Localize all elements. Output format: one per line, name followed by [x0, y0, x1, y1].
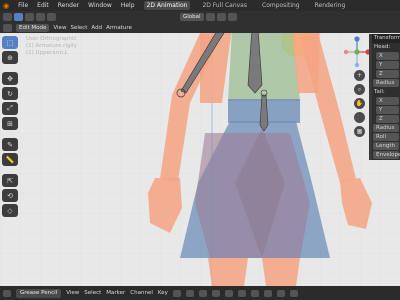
head-y-field[interactable]: Y [376, 61, 399, 69]
head-label: Head: [374, 44, 391, 50]
annotate-icon[interactable]: ✎ [2, 138, 18, 151]
select-subtract-icon[interactable] [36, 12, 45, 21]
toolbar-gap [2, 168, 19, 172]
mode-select[interactable]: Edit Mode [16, 23, 50, 32]
tab-rendering[interactable]: Rendering [312, 1, 349, 10]
rotate-icon[interactable]: ↻ [2, 87, 18, 100]
menu-marker[interactable]: Marker [106, 290, 125, 296]
cursor-icon[interactable]: ⊕ [2, 51, 18, 64]
keyframe-icon[interactable] [250, 289, 259, 297]
left-toolbar: ⬚ ⊕ ✥ ↻ ⤢ ⊞ ✎ 📏 ⇱ ⟲ ◇ [2, 36, 19, 217]
menu-select[interactable]: Select [84, 290, 101, 296]
bone-name: (1) Upperarm.L [26, 50, 68, 56]
play-icon[interactable] [276, 289, 285, 297]
menu-channel[interactable]: Channel [130, 290, 153, 296]
leg-right-shape [262, 258, 300, 286]
tool-settings-bar: Global [0, 11, 400, 22]
tail-x-field[interactable]: X [376, 97, 399, 105]
scale-icon[interactable]: ⤢ [2, 102, 18, 115]
menu-edit[interactable]: Edit [37, 2, 49, 9]
tab-2d-animation[interactable]: 2D Animation [143, 1, 191, 10]
pivot-icon[interactable] [205, 12, 215, 21]
top-shape [228, 33, 300, 101]
menu-select[interactable]: Select [70, 25, 87, 31]
cursor-tool-icon[interactable] [3, 12, 12, 21]
view-controls: + ⌕ ✋ 🎥 ▦ [354, 70, 365, 137]
menu-key[interactable]: Key [158, 290, 168, 296]
tab-compositing[interactable]: Compositing [259, 1, 303, 10]
menu-help[interactable]: Help [121, 2, 135, 9]
blender-logo-icon[interactable]: ◉ [3, 2, 9, 10]
snap-icon[interactable] [211, 289, 220, 297]
menu-view[interactable]: View [66, 290, 79, 296]
pan-hand-icon[interactable]: ✋ [354, 98, 365, 109]
character-canvas [0, 33, 400, 286]
camera-icon[interactable]: 🎥 [354, 112, 365, 123]
roll-field[interactable]: Roll [373, 133, 399, 141]
tail-label: Tail: [374, 89, 385, 95]
zoom-icon[interactable]: + [354, 70, 365, 81]
grease-pencil-select[interactable]: Grease Pencil [16, 288, 62, 298]
transform-icon[interactable]: ⊞ [2, 117, 18, 130]
toolbar-gap [2, 132, 19, 136]
viewport-info: User Orthographic (1) Armature.rigify (1… [26, 36, 77, 57]
editor-type-icon[interactable] [3, 23, 12, 32]
menu-armature[interactable]: Armature [106, 25, 132, 31]
proportional-edit-icon[interactable] [227, 12, 237, 21]
viewport-header: Edit Mode View Select Add Armature [0, 22, 400, 33]
select-extend-icon[interactable] [25, 12, 34, 21]
transform-orientation-select[interactable]: Global [180, 12, 204, 21]
select-invert-icon[interactable] [47, 12, 56, 21]
grid-icon[interactable]: ▦ [354, 126, 365, 137]
head-radius-field[interactable]: Radius [373, 79, 399, 87]
length-field[interactable]: Length [373, 142, 399, 150]
timeline-header: Grease Pencil View Select Marker Channel… [0, 286, 400, 300]
head-x-field[interactable]: X [376, 52, 399, 60]
top-menu-bar: ◉ File Edit Render Window Help 2D Animat… [0, 0, 400, 11]
roll-icon[interactable]: ⟲ [2, 189, 18, 202]
select-mode-icon[interactable] [14, 12, 23, 21]
tail-radius-field[interactable]: Radius [373, 124, 399, 132]
3d-viewport[interactable] [0, 33, 400, 286]
leg-left-shape [208, 258, 248, 286]
search-icon[interactable] [289, 289, 298, 297]
menu-add[interactable]: Add [91, 25, 102, 31]
search-icon[interactable]: ⌕ [354, 84, 365, 95]
panel-title[interactable]: Transform [372, 34, 400, 43]
filter-icon[interactable] [172, 289, 181, 297]
envelope-field[interactable]: Envelope [373, 151, 400, 159]
menu-view[interactable]: View [53, 25, 66, 31]
onion-skin-icon[interactable] [198, 289, 207, 297]
menu-file[interactable]: File [18, 2, 28, 9]
object-name: (1) Armature.rigify [26, 43, 78, 49]
view-name: User Orthographic [26, 36, 77, 42]
tab-2d-full-canvas[interactable]: 2D Full Canvas [199, 1, 250, 10]
menu-render[interactable]: Render [58, 2, 79, 9]
transform-panel: Transform Head: X Y Z Radius Tail: X Y Z… [372, 34, 400, 160]
extrude-icon[interactable]: ⇱ [2, 174, 18, 187]
move-icon[interactable]: ✥ [2, 72, 18, 85]
cursor-icon[interactable] [237, 289, 246, 297]
menu-window[interactable]: Window [88, 2, 112, 9]
navigation-gizmo[interactable] [344, 36, 370, 68]
settings-icon[interactable] [263, 289, 272, 297]
layer-icon[interactable] [185, 289, 194, 297]
toolbar-gap [2, 66, 19, 70]
select-box-icon[interactable]: ⬚ [2, 36, 18, 49]
measure-icon[interactable]: 📏 [2, 153, 18, 166]
tail-y-field[interactable]: Y [376, 106, 399, 114]
tail-z-field[interactable]: Z [376, 115, 399, 123]
mask-icon[interactable] [224, 289, 233, 297]
editor-type-icon[interactable] [3, 289, 11, 297]
head-z-field[interactable]: Z [376, 70, 399, 78]
bone-size-icon[interactable]: ◇ [2, 204, 18, 217]
snap-icon[interactable] [216, 12, 226, 21]
